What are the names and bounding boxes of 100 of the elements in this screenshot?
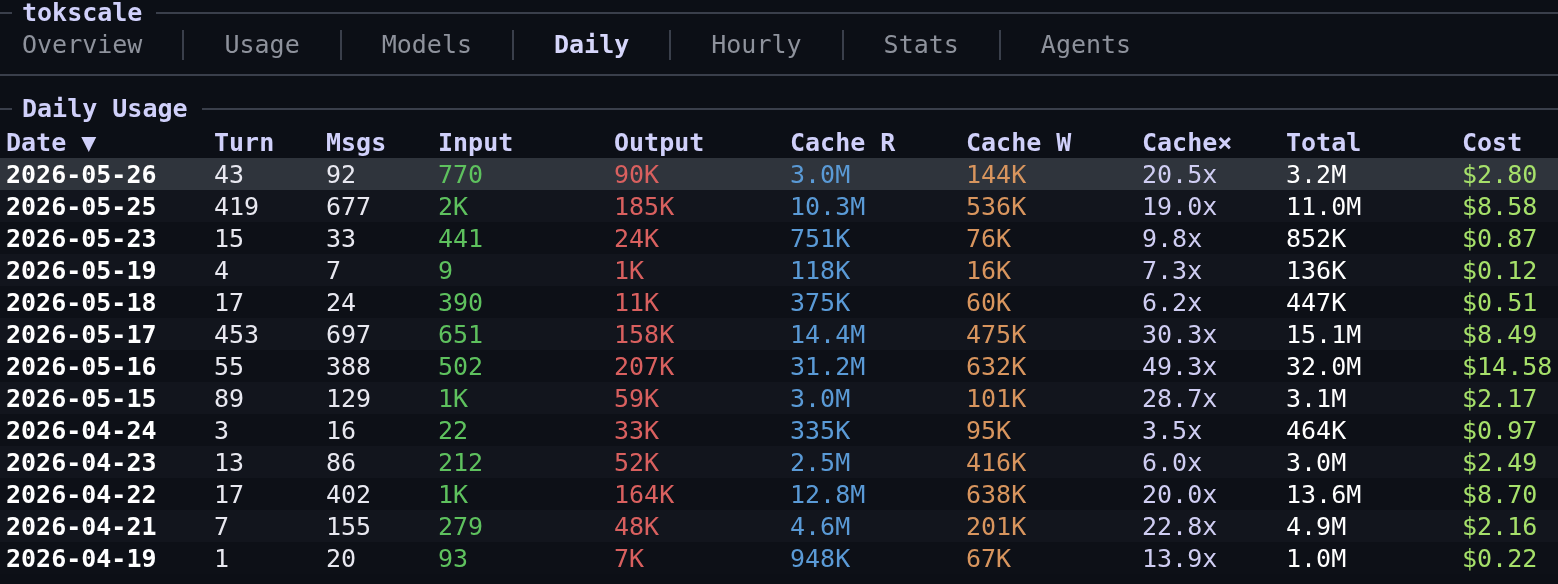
table-cell-text: 3.1M [1286,383,1348,413]
table-cell-text: 76K [966,223,1013,253]
table-cell-text: 33K [614,415,661,445]
table-cell-text: $0.51 [1462,287,1539,317]
table-cell-text: 2026-04-23 [6,447,158,477]
column-header[interactable]: Input [438,127,614,157]
table-cell-text: 144K [966,159,1028,189]
table-cell-text: 20 [326,543,358,573]
table-cell-text: 22.8x [1142,511,1219,541]
table-cell-text: 93 [438,543,470,573]
table-cell-text: 2026-04-22 [6,479,158,509]
table-cell-text: 2K [438,191,470,221]
table-cell-text: 33 [326,223,358,253]
table-cell-text: 101K [966,383,1028,413]
table-cell-text: 2026-05-19 [6,255,158,285]
table-cell-text: 4.6M [790,511,852,541]
table-cell-text: $0.12 [1462,255,1539,285]
tab[interactable]: Usage [182,30,340,60]
table-cell-text: 24K [614,223,661,253]
table-cell-text: 2026-04-21 [6,511,158,541]
table-row[interactable]: 2026-05-25 419 677 2K 185K 10.3M 536K 19.0x 11.0M $8.58 [0,190,1558,222]
column-header[interactable]: Cache R [790,127,966,157]
table-cell-text: 475K [966,319,1028,349]
table-cell-text: 43 [214,159,246,189]
table-cell-text: $8.58 [1462,191,1539,221]
table-cell-text: 402 [326,479,373,509]
table-cell-text: 52K [614,447,661,477]
table-cell-text: 751K [790,223,852,253]
tab[interactable]: Hourly [669,30,842,60]
column-header[interactable]: Turn [214,127,326,157]
table-cell-text: 49.3x [1142,351,1219,381]
table-row[interactable]: 2026-04-21 7 155 279 48K 4.6M 201K 22.8x 4.9M $2.16 [0,510,1558,542]
tab[interactable]: Daily [512,30,670,60]
table-cell-text: 155 [326,511,373,541]
table-row[interactable]: 2026-05-26 43 92 770 90K 3.0M 144K 20.5x 3.2M $2.80 [0,158,1558,190]
table-cell-text: 28.7x [1142,383,1219,413]
table-cell-text: 17 [214,287,246,317]
table-cell-text: 129 [326,383,373,413]
table-cell-text: 1.0M [1286,543,1348,573]
table-cell-text: 185K [614,191,676,221]
table-cell-text: 136K [1286,255,1348,285]
table-cell-text: 11K [614,287,661,317]
table-cell-text: 22 [438,415,470,445]
column-header[interactable]: Cache× [1142,127,1286,157]
table-cell-text: 16 [326,415,358,445]
table-cell-text: $14.58 [1462,351,1554,381]
table-cell-text: 32.0M [1286,351,1363,381]
table-cell-text: 1K [614,255,646,285]
table-cell-text: 2026-05-18 [6,287,158,317]
column-header[interactable]: Date ▼ [6,127,214,157]
table-row[interactable]: 2026-04-23 13 86 212 52K 2.5M 416K 6.0x 3.0M $2.49 [0,446,1558,478]
table-row[interactable]: 2026-05-17 453 697 651 158K 14.4M 475K 30.3x 15.1M $8.49 [0,318,1558,350]
table-cell-text: 441 [438,223,485,253]
table-cell-text: 12.8M [790,479,867,509]
table-cell-text: 9.8x [1142,223,1204,253]
column-header[interactable]: Total [1286,127,1462,157]
table-cell-text: 13.9x [1142,543,1219,573]
table-cell-text: 92 [326,159,358,189]
table-cell-text: 697 [326,319,373,349]
table-cell-text: $0.97 [1462,415,1539,445]
tab[interactable]: Agents [998,30,1172,60]
column-header[interactable]: Cache W [966,127,1142,157]
table-cell-text: 2.5M [790,447,852,477]
table-cell-text: 1K [438,479,470,509]
table-cell-text: 3 [214,415,231,445]
column-header[interactable]: Output [614,127,790,157]
column-header[interactable]: Cost [1462,127,1558,157]
app-title: tokscale [22,0,143,26]
table-cell-text: 3.0M [790,383,852,413]
table-cell-text: $2.80 [1462,159,1539,189]
table-cell-text: 17 [214,479,246,509]
table-cell-text: 2026-05-25 [6,191,158,221]
column-header[interactable]: Msgs [326,127,438,157]
table-cell-text: 2026-05-23 [6,223,158,253]
table-row[interactable]: 2026-05-19 4 7 9 1K 118K 16K 7.3x 136K $0.12 [0,254,1558,286]
table-cell-text: 86 [326,447,358,477]
tab[interactable]: Stats [841,30,999,60]
table-cell-text: 388 [326,351,373,381]
table-cell-text: 948K [790,543,852,573]
table-cell-text: 3.0M [1286,447,1348,477]
table-cell-text: 677 [326,191,373,221]
tab[interactable]: Overview [22,30,183,60]
table-cell-text: 4.9M [1286,511,1348,541]
table-cell-text: 2026-05-15 [6,383,158,413]
table-cell-text: 419 [214,191,261,221]
table-cell-text: 1 [214,543,231,573]
table-cell-text: 158K [614,319,676,349]
table-cell-text: 502 [438,351,485,381]
table-cell-text: 447K [1286,287,1348,317]
table-cell-text: 770 [438,159,485,189]
table-row[interactable]: 2026-05-15 89 129 1K 59K 3.0M 101K 28.7x 3.1M $2.17 [0,382,1558,414]
tab[interactable]: Models [339,30,512,60]
table-cell-text: 201K [966,511,1028,541]
table-cell-text: 55 [214,351,246,381]
table-cell-text: 1K [438,383,470,413]
table-cell-text: 651 [438,319,485,349]
table-cell-text: 416K [966,447,1028,477]
table-cell-text: 632K [966,351,1028,381]
panel-title: Daily Usage [22,96,188,122]
table-cell-text: 7 [214,511,231,541]
